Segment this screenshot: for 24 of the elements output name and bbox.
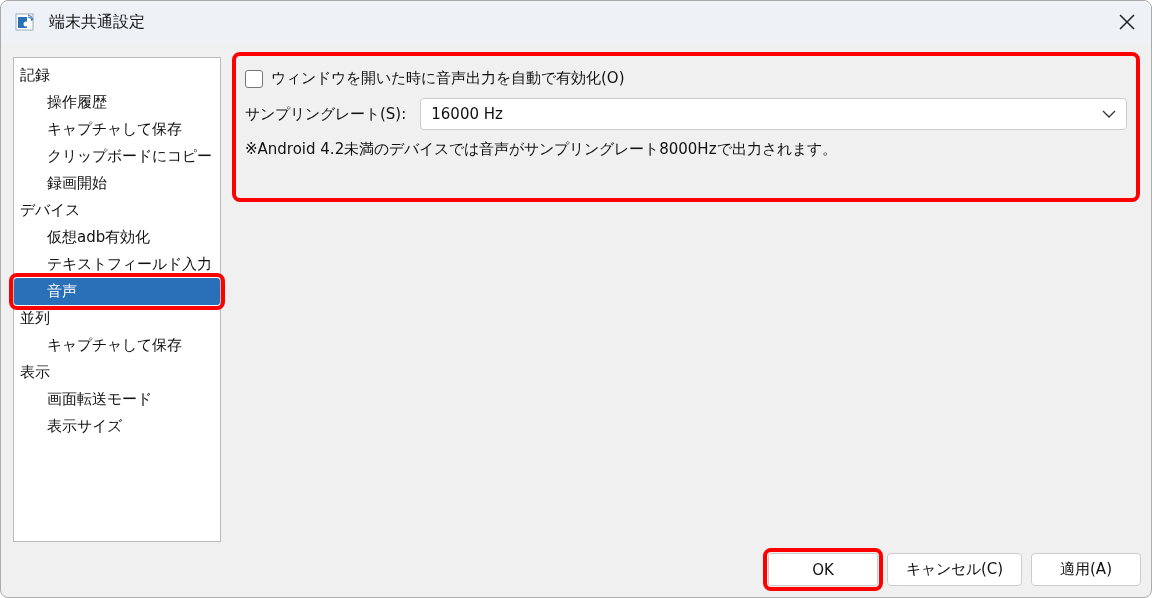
field-label: サンプリングレート(S):	[245, 104, 407, 124]
tree-item[interactable]: キャプチャして保存	[14, 332, 220, 359]
tree-item[interactable]: 記録	[14, 62, 220, 89]
tree-item[interactable]: クリップボードにコピー	[14, 143, 220, 170]
close-icon[interactable]	[1117, 12, 1137, 32]
dialog-button[interactable]: キャンセル(C)	[887, 553, 1022, 586]
tree-item[interactable]: キャプチャして保存	[14, 116, 220, 143]
chevron-down-icon	[1102, 110, 1116, 118]
tree-item[interactable]: 表示	[14, 359, 220, 386]
tree-item[interactable]: 録画開始	[14, 170, 220, 197]
tree-item[interactable]: 操作履歴	[14, 89, 220, 116]
tree-item[interactable]: 表示サイズ	[14, 413, 220, 440]
checkbox[interactable]	[245, 69, 263, 88]
note-text: ※Android 4.2未満のデバイスでは音声がサンプリングレート8000Hzで出力されます。	[245, 140, 838, 159]
tree-item[interactable]: 画面転送モード	[14, 386, 220, 413]
tree-item[interactable]: テキストフィールド入力	[14, 251, 220, 278]
dialog-button[interactable]: 適用(A)	[1031, 553, 1141, 586]
tree-item[interactable]: 並列	[14, 305, 220, 332]
checkbox-label: ウィンドウを開いた時に音声出力を自動で有効化(O)	[271, 69, 625, 88]
tree-item[interactable]: デバイス	[14, 197, 220, 224]
tree-item[interactable]: 仮想adb有効化	[14, 224, 220, 251]
window-title: 端末共通設定	[49, 11, 145, 33]
app-icon	[15, 12, 35, 32]
sampling-rate-dropdown[interactable]: 16000 Hz	[420, 98, 1127, 130]
